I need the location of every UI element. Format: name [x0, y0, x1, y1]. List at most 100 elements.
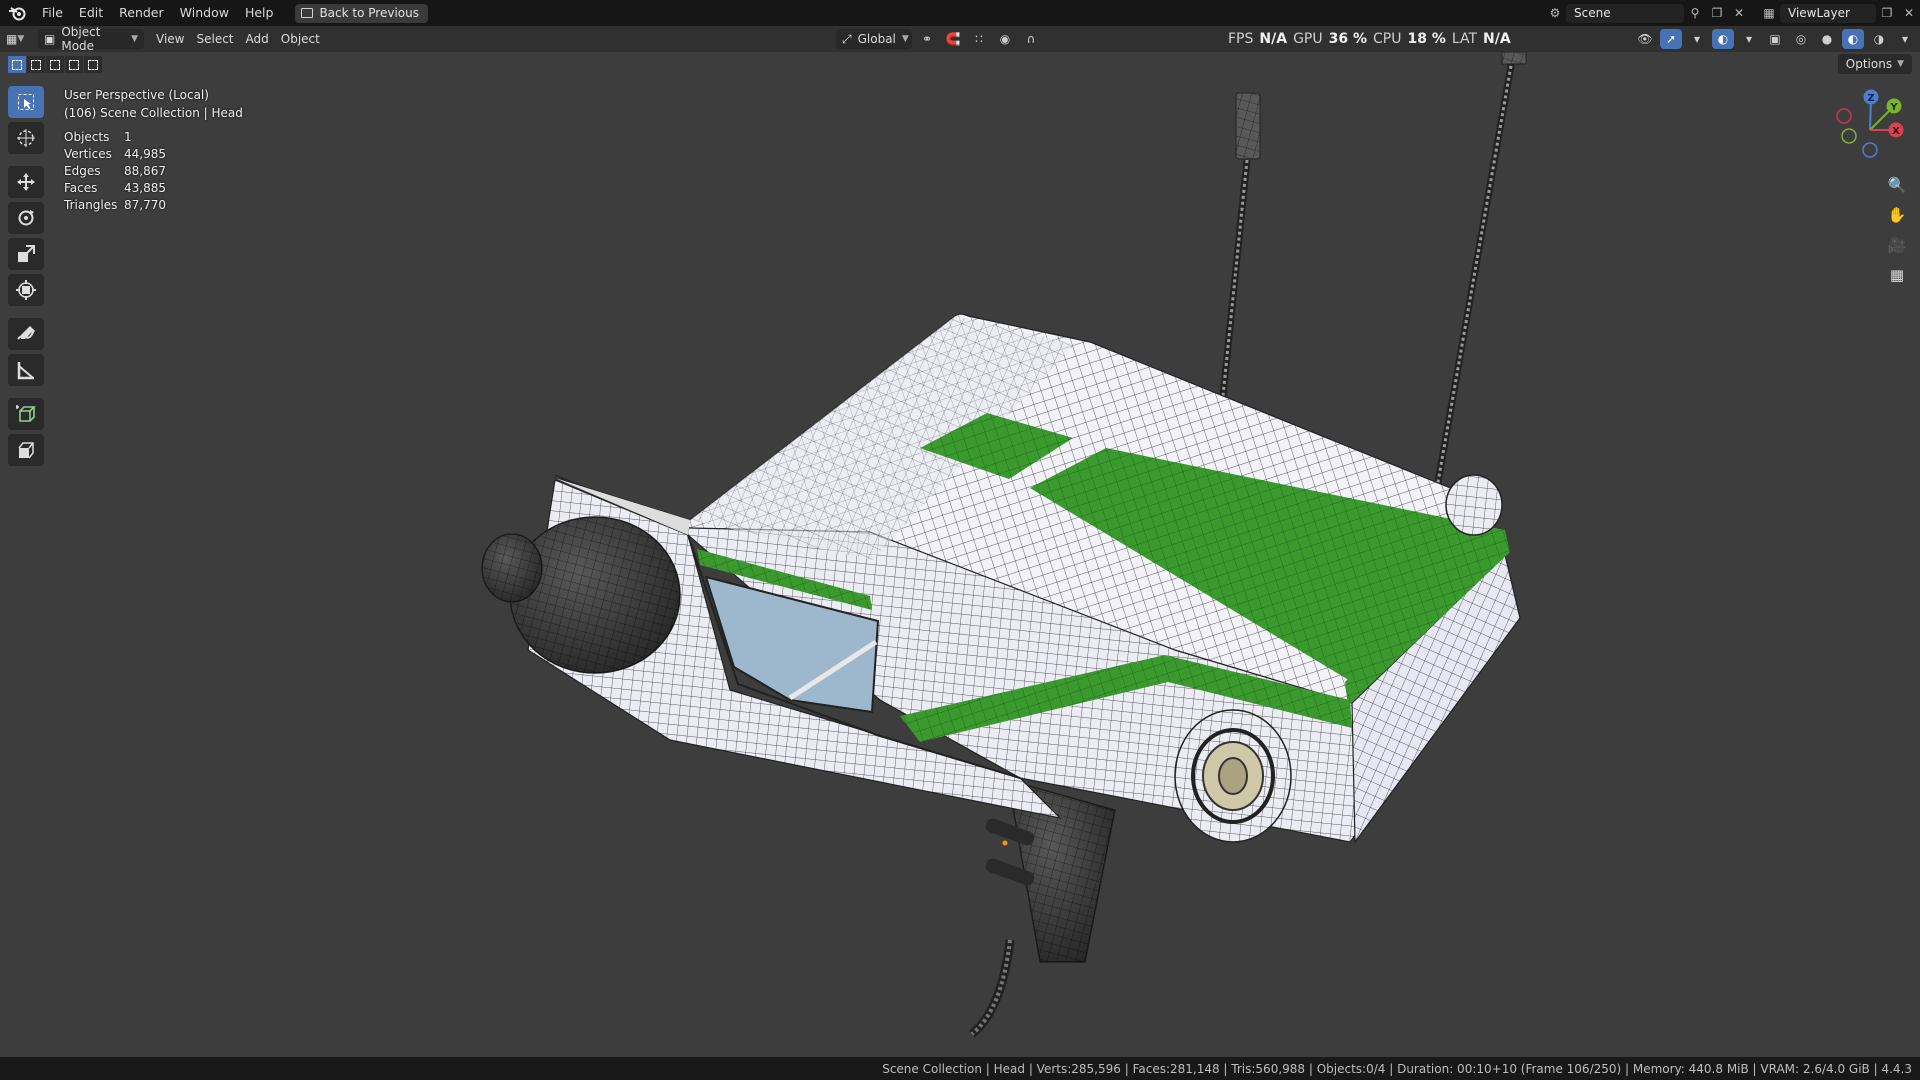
new-scene-icon[interactable]: ❐	[1706, 4, 1728, 23]
handle-mesh	[969, 778, 1116, 1038]
stat-value: 44,985	[124, 147, 166, 161]
overlay-toggle-icon[interactable]: ◐	[1712, 29, 1734, 49]
menu-object[interactable]: Object	[275, 29, 326, 49]
select-box-icon	[18, 94, 34, 110]
select-intersect-icon[interactable]	[84, 56, 102, 73]
antenna-right	[1433, 52, 1527, 489]
transform-controls: ⤢ Global ▼ ⚭ 🧲 ∷ ◉ ∩	[836, 29, 1042, 49]
stat-row: Edges 88,867	[64, 164, 166, 181]
stat-value: 1	[124, 130, 132, 144]
menu-help[interactable]: Help	[237, 0, 282, 26]
falloff-icon[interactable]: ∩	[1020, 29, 1042, 49]
options-dropdown[interactable]: Options ▼	[1837, 54, 1912, 74]
cursor-tool[interactable]	[8, 122, 44, 154]
select-box-tool[interactable]	[8, 86, 44, 118]
annotate-tool[interactable]	[8, 318, 44, 350]
material-shading-icon[interactable]: ◐	[1842, 29, 1864, 49]
transform-tool[interactable]	[8, 274, 44, 306]
rotate-icon	[18, 210, 34, 226]
lat-label: LAT	[1451, 31, 1478, 47]
delete-viewlayer-icon[interactable]: ✕	[1898, 4, 1920, 23]
scale-tool[interactable]	[8, 238, 44, 270]
status-bar: Scene Collection | Head | Verts:285,596 …	[0, 1057, 1920, 1080]
z-axis-label: Z	[1867, 93, 1874, 104]
delete-scene-icon[interactable]: ✕	[1728, 4, 1750, 23]
camera-view-icon[interactable]: 🎥	[1882, 231, 1912, 259]
wireframe-shading-icon[interactable]: ◎	[1790, 29, 1812, 49]
visibility-icon[interactable]: 👁	[1634, 29, 1656, 49]
add-cube-tool[interactable]	[8, 398, 44, 430]
viewport-header: ▦ ▼ ▣ Object Mode ▼ View Select Add Objec…	[0, 25, 1920, 53]
select-extend-icon[interactable]	[27, 56, 45, 73]
object-mode-label: Object Mode	[61, 25, 101, 53]
gizmo-dropdown-icon[interactable]: ▾	[1686, 29, 1708, 49]
scene-name-field[interactable]: Scene	[1566, 3, 1684, 23]
select-new-icon[interactable]	[8, 56, 26, 73]
transform-icon	[16, 280, 36, 300]
viewlayer-browse-icon[interactable]: ▦	[1758, 4, 1780, 23]
blender-logo-icon[interactable]	[0, 0, 34, 26]
ortho-grid-icon[interactable]: ▦	[1882, 261, 1912, 289]
measure-tool[interactable]	[8, 354, 44, 386]
menu-edit[interactable]: Edit	[71, 0, 111, 26]
y-axis-label: Y	[1889, 102, 1898, 113]
neg-x-axis-dot[interactable]	[1836, 108, 1852, 124]
scale-icon	[18, 245, 35, 262]
select-subtract-icon[interactable]	[46, 56, 64, 73]
scene-statistics: Objects 1 Vertices 44,985 Edges 88,867 Face…	[64, 130, 166, 215]
stat-label: Objects	[64, 130, 110, 144]
object-mode-icon: ▣	[44, 32, 56, 46]
shading-dropdown-icon[interactable]: ▾	[1894, 29, 1916, 49]
neg-z-axis-dot[interactable]	[1862, 142, 1878, 158]
extrude-tool[interactable]	[8, 434, 44, 466]
new-viewlayer-icon[interactable]: ❐	[1876, 4, 1898, 23]
pivot-point-icon[interactable]: ⚭	[916, 29, 938, 49]
stat-value: 43,885	[124, 181, 166, 195]
snap-icon[interactable]: 🧲	[942, 29, 964, 49]
editor-type-button[interactable]: ▦ ▼	[0, 29, 38, 49]
top-menubar: File Edit Render Window Help Back to Pre…	[0, 0, 1920, 26]
gpu-value: 36 %	[1328, 31, 1367, 47]
overlay-dropdown-icon[interactable]: ▾	[1738, 29, 1760, 49]
menu-select[interactable]: Select	[190, 29, 239, 49]
add-cube-icon	[16, 405, 36, 422]
lat-value: N/A	[1483, 31, 1511, 47]
back-to-previous-button[interactable]: Back to Previous	[295, 3, 428, 23]
fps-value: N/A	[1259, 31, 1288, 47]
select-invert-icon[interactable]	[65, 56, 83, 73]
viewlayer-name-field[interactable]: ViewLayer	[1780, 3, 1876, 23]
navigation-gizmo[interactable]: Z Y X	[1826, 86, 1914, 174]
fps-label: FPS	[1228, 31, 1254, 47]
solid-shading-icon[interactable]: ●	[1816, 29, 1838, 49]
scene-browse-icon[interactable]: ⚙	[1544, 4, 1566, 23]
annotate-icon	[17, 326, 35, 340]
scene-name: Scene	[1574, 6, 1611, 20]
transform-orientation-dropdown[interactable]: ⤢ Global ▼	[836, 29, 912, 49]
collection-line: (106) Scene Collection | Head	[64, 106, 243, 120]
stat-label: Edges	[64, 164, 101, 178]
screen-icon	[301, 8, 314, 18]
proportional-edit-icon[interactable]: ◉	[994, 29, 1016, 49]
rotate-tool[interactable]	[8, 202, 44, 234]
menu-view[interactable]: View	[150, 29, 190, 49]
pan-hand-icon[interactable]: ✋	[1882, 201, 1912, 229]
move-tool[interactable]	[8, 166, 44, 198]
neg-y-axis-dot[interactable]	[1841, 128, 1857, 144]
zoom-icon[interactable]: 🔍	[1882, 171, 1912, 199]
viewport-display-controls: 👁 ➚ ▾ ◐ ▾ ▣ ◎ ● ◐ ◑ ▾	[1634, 29, 1916, 49]
menu-window[interactable]: Window	[172, 0, 237, 26]
menu-file[interactable]: File	[34, 0, 71, 26]
navigation-buttons: 🔍 ✋ 🎥 ▦	[1882, 171, 1912, 291]
menu-add[interactable]: Add	[240, 29, 275, 49]
object-mode-dropdown[interactable]: ▣ Object Mode ▼	[38, 25, 144, 53]
xray-icon[interactable]: ▣	[1764, 29, 1786, 49]
gizmo-toggle-icon[interactable]: ➚	[1660, 29, 1682, 49]
stat-row: Objects 1	[64, 130, 166, 147]
3d-viewport[interactable]: User Perspective (Local) (106) Scene Col…	[0, 52, 1920, 1057]
editor-type-icon: ▦	[6, 32, 18, 46]
rendered-shading-icon[interactable]: ◑	[1868, 29, 1890, 49]
pin-icon[interactable]: ⚲	[1684, 4, 1706, 23]
scene-render	[481, 52, 1527, 1038]
snap-target-icon[interactable]: ∷	[968, 29, 990, 49]
menu-render[interactable]: Render	[111, 0, 172, 26]
